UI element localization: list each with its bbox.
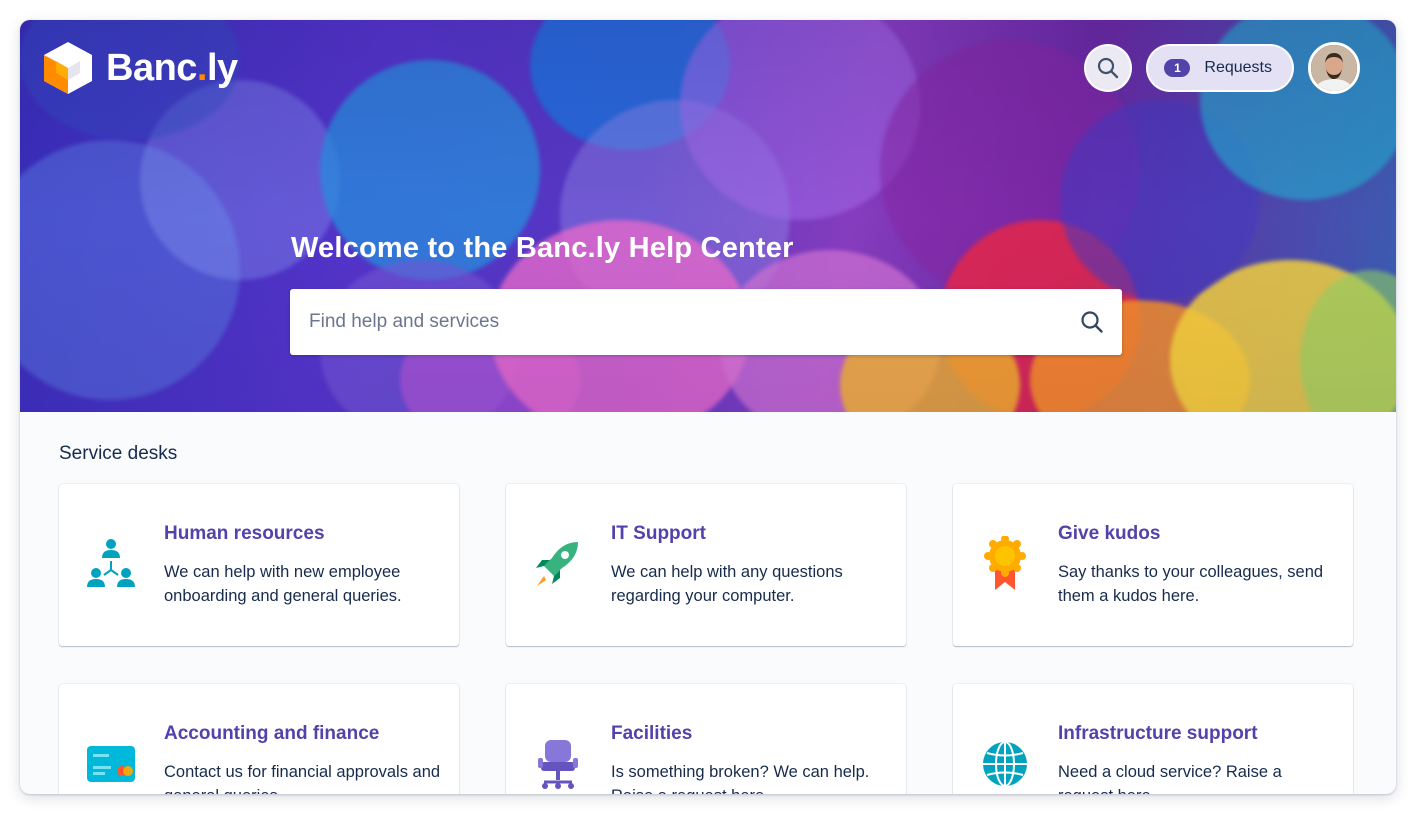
requests-count-badge: 1 [1164, 59, 1191, 77]
help-search-bar[interactable] [290, 289, 1122, 355]
welcome-heading: Welcome to the Banc.ly Help Center [291, 232, 794, 264]
service-desk-card-give-kudos[interactable]: Give kudos Say thanks to your colleagues… [953, 484, 1353, 646]
card-description: Say thanks to your colleagues, send them… [1058, 563, 1324, 605]
card-description: Is something broken? We can help. Raise … [611, 763, 870, 794]
card-title[interactable]: Infrastructure support [1058, 723, 1258, 745]
rocket-icon [532, 536, 584, 592]
card-title[interactable]: Accounting and finance [164, 723, 379, 745]
search-icon[interactable] [1080, 310, 1104, 334]
card-description: Need a cloud service? Raise a request he… [1058, 763, 1282, 794]
credit-card-icon [85, 736, 137, 792]
app-window: Banc.ly 1 Requests Welcome to the Banc.l… [20, 20, 1396, 794]
service-desks-heading: Service desks [59, 443, 178, 464]
banc-ly-logo-icon [44, 42, 92, 94]
card-description: Contact us for financial approvals and g… [164, 763, 441, 794]
requests-button[interactable]: 1 Requests [1146, 44, 1294, 92]
people-icon [85, 536, 137, 592]
award-ribbon-icon [979, 536, 1031, 592]
service-desk-card-infrastructure-support[interactable]: Infrastructure support Need a cloud serv… [953, 684, 1353, 794]
brand-name: Banc.ly [106, 46, 238, 89]
brand-logo[interactable]: Banc.ly [42, 40, 238, 96]
card-title[interactable]: Human resources [164, 523, 325, 545]
header-actions: 1 Requests [1084, 42, 1360, 94]
service-desk-card-human-resources[interactable]: Human resources We can help with new emp… [59, 484, 459, 646]
card-title[interactable]: Give kudos [1058, 523, 1160, 545]
header-search-button[interactable] [1084, 44, 1133, 92]
avatar-icon [1311, 45, 1357, 91]
card-title[interactable]: Facilities [611, 723, 692, 745]
card-title[interactable]: IT Support [611, 523, 706, 545]
card-description: We can help with new employee onboarding… [164, 563, 402, 605]
search-icon [1098, 57, 1119, 79]
card-description: We can help with any questions regarding… [611, 563, 843, 605]
user-avatar[interactable] [1308, 42, 1360, 94]
help-search-input[interactable] [309, 311, 1080, 333]
service-desk-card-accounting-finance[interactable]: Accounting and finance Contact us for fi… [59, 684, 459, 794]
service-desk-card-it-support[interactable]: IT Support We can help with any question… [506, 484, 906, 646]
globe-icon [979, 736, 1031, 792]
hero-banner: Banc.ly 1 Requests Welcome to the Banc.l… [20, 20, 1396, 412]
requests-label: Requests [1204, 59, 1272, 76]
office-chair-icon [532, 736, 584, 792]
service-desk-card-facilities[interactable]: Facilities Is something broken? We can h… [506, 684, 906, 794]
